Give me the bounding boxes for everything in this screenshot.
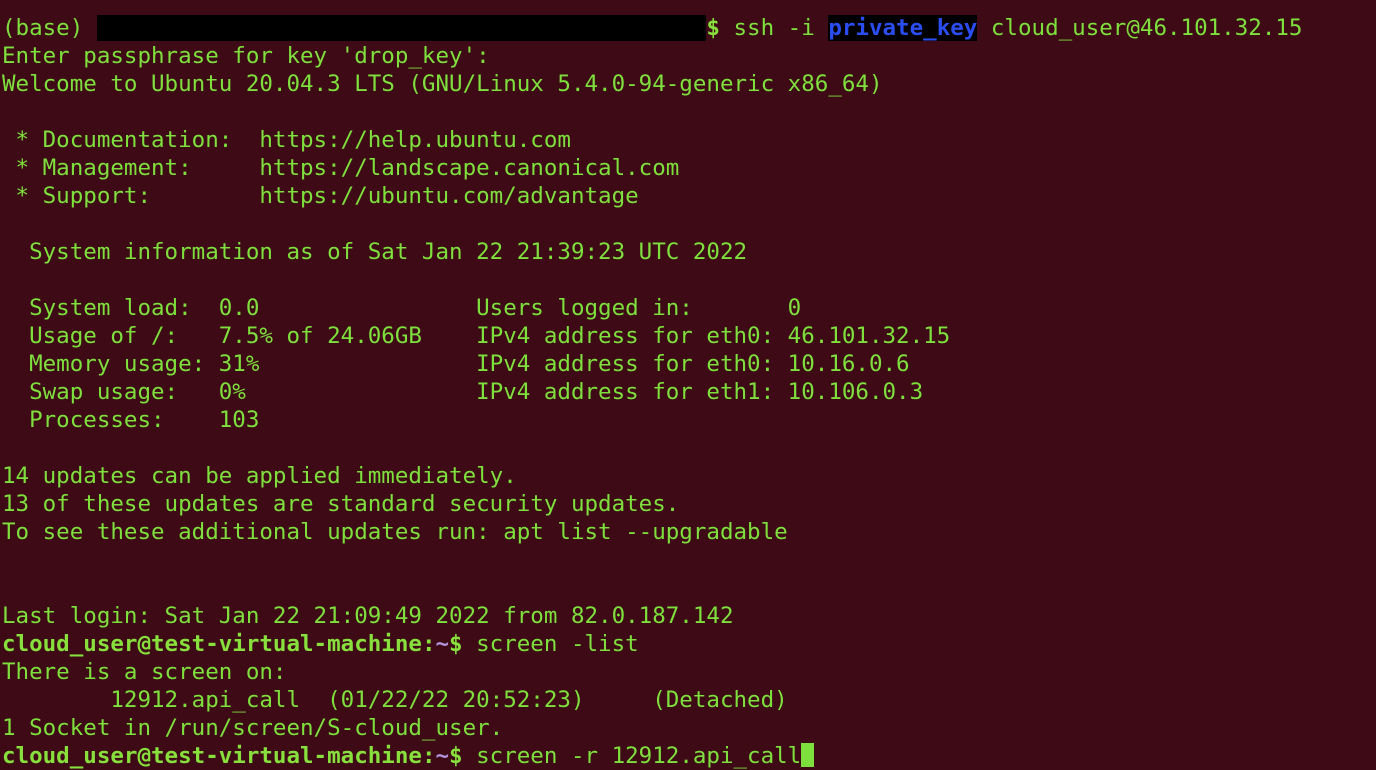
terminal-row-welcome: Welcome to Ubuntu 20.04.3 LTS (GNU/Linux… (0, 70, 1376, 98)
text-cursor (801, 743, 815, 767)
terminal-row-sysinfo-usage: Usage of /: 7.5% of 24.06GB IPv4 address… (0, 322, 1376, 350)
terminal-row-management: * Management: https://landscape.canonica… (0, 154, 1376, 182)
prompt-user-host-1: cloud_user@test-virtual-machine (2, 631, 422, 657)
terminal-window[interactable]: scrolled-off line (descenders only visib… (0, 0, 1376, 770)
sysinfo-swap-line: Swap usage: 0% IPv4 address for eth1: 10… (2, 379, 924, 405)
terminal-row-blank-3 (0, 266, 1376, 294)
prompt-colon-2: : (421, 743, 436, 769)
terminal-row-screen-on: There is a screen on: (0, 658, 1376, 686)
terminal-row-support: * Support: https://ubuntu.com/advantage (0, 182, 1376, 210)
updates-hint-line: To see these additional updates run: apt… (2, 519, 788, 545)
terminal-row-blank-5 (0, 546, 1376, 574)
private-key-filename-highlight: private_key (828, 15, 978, 41)
terminal-row-blank-6 (0, 574, 1376, 602)
terminal-row-ssh-command: (base) $ ssh -i private_key cloud_user@4… (0, 14, 1376, 42)
screen-on-line: There is a screen on: (2, 659, 287, 685)
prompt-tilde-2: ~ (435, 743, 450, 769)
ssh-command-prefix: ssh -i (719, 15, 829, 41)
screen-resume-command: screen -r 12912.api_call (462, 743, 802, 769)
prompt-tilde-1: ~ (435, 631, 450, 657)
terminal-row-screen-socket: 1 Socket in /run/screen/S-cloud_user. (0, 714, 1376, 742)
sysinfo-memory-line: Memory usage: 31% IPv4 address for eth0:… (2, 351, 910, 377)
last-login-line: Last login: Sat Jan 22 21:09:49 2022 fro… (2, 603, 734, 629)
sysinfo-usage-line: Usage of /: 7.5% of 24.06GB IPv4 address… (2, 323, 951, 349)
updates-security-line: 13 of these updates are standard securit… (2, 491, 680, 517)
documentation-link-line: * Documentation: https://help.ubuntu.com (2, 127, 571, 153)
terminal-row-sysinfo-processes: Processes: 103 (0, 406, 1376, 434)
terminal-row-passphrase-prompt: Enter passphrase for key 'drop_key': (0, 42, 1376, 70)
terminal-row-sysinfo-swap: Swap usage: 0% IPv4 address for eth1: 10… (0, 378, 1376, 406)
prompt-dollar-2: $ (449, 743, 463, 769)
redacted-path-block (96, 15, 707, 41)
terminal-row-blank-1 (0, 98, 1376, 126)
terminal-row-sysinfo-load: System load: 0.0 Users logged in: 0 (0, 294, 1376, 322)
terminal-row-last-login: Last login: Sat Jan 22 21:09:49 2022 fro… (0, 602, 1376, 630)
terminal-row-screen-session: 12912.api_call (01/22/22 20:52:23) (Deta… (0, 686, 1376, 714)
support-link-line: * Support: https://ubuntu.com/advantage (2, 183, 639, 209)
terminal-row-updates-hint: To see these additional updates run: apt… (0, 518, 1376, 546)
terminal-row-clipped-top: scrolled-off line (descenders only visib… (0, 0, 1376, 14)
terminal-row-blank-4 (0, 434, 1376, 462)
updates-immediate-line: 14 updates can be applied immediately. (2, 463, 517, 489)
sysinfo-header-text: System information as of Sat Jan 22 21:3… (2, 239, 748, 265)
terminal-screen[interactable]: scrolled-off line (descenders only visib… (0, 0, 1376, 770)
prompt-dollar-1: $ (449, 631, 463, 657)
ssh-target: cloud_user@46.101.32.15 (977, 15, 1303, 41)
terminal-row-prompt-screen-resume[interactable]: cloud_user@test-virtual-machine:~$ scree… (0, 742, 1376, 770)
terminal-row-sysinfo-header: System information as of Sat Jan 22 21:3… (0, 238, 1376, 266)
passphrase-prompt-text: Enter passphrase for key 'drop_key': (2, 43, 490, 69)
screen-session-line: 12912.api_call (01/22/22 20:52:23) (Deta… (2, 687, 788, 713)
sysinfo-processes-line: Processes: 103 (2, 407, 260, 433)
terminal-row-updates-security: 13 of these updates are standard securit… (0, 490, 1376, 518)
screen-socket-line: 1 Socket in /run/screen/S-cloud_user. (2, 715, 504, 741)
terminal-row-blank-2 (0, 210, 1376, 238)
local-prompt-dollar: $ (706, 15, 720, 41)
terminal-row-prompt-screen-list: cloud_user@test-virtual-machine:~$ scree… (0, 630, 1376, 658)
screen-list-command: screen -list (462, 631, 639, 657)
conda-env-label: (base) (2, 15, 84, 41)
sysinfo-load-line: System load: 0.0 Users logged in: 0 (2, 295, 802, 321)
management-link-line: * Management: https://landscape.canonica… (2, 155, 680, 181)
prompt-colon-1: : (421, 631, 436, 657)
terminal-row-updates-immediate: 14 updates can be applied immediately. (0, 462, 1376, 490)
terminal-row-sysinfo-memory: Memory usage: 31% IPv4 address for eth0:… (0, 350, 1376, 378)
prompt-user-host-2: cloud_user@test-virtual-machine (2, 743, 422, 769)
terminal-row-documentation: * Documentation: https://help.ubuntu.com (0, 126, 1376, 154)
space-1 (83, 15, 97, 41)
ubuntu-welcome-text: Welcome to Ubuntu 20.04.3 LTS (GNU/Linux… (2, 71, 883, 97)
